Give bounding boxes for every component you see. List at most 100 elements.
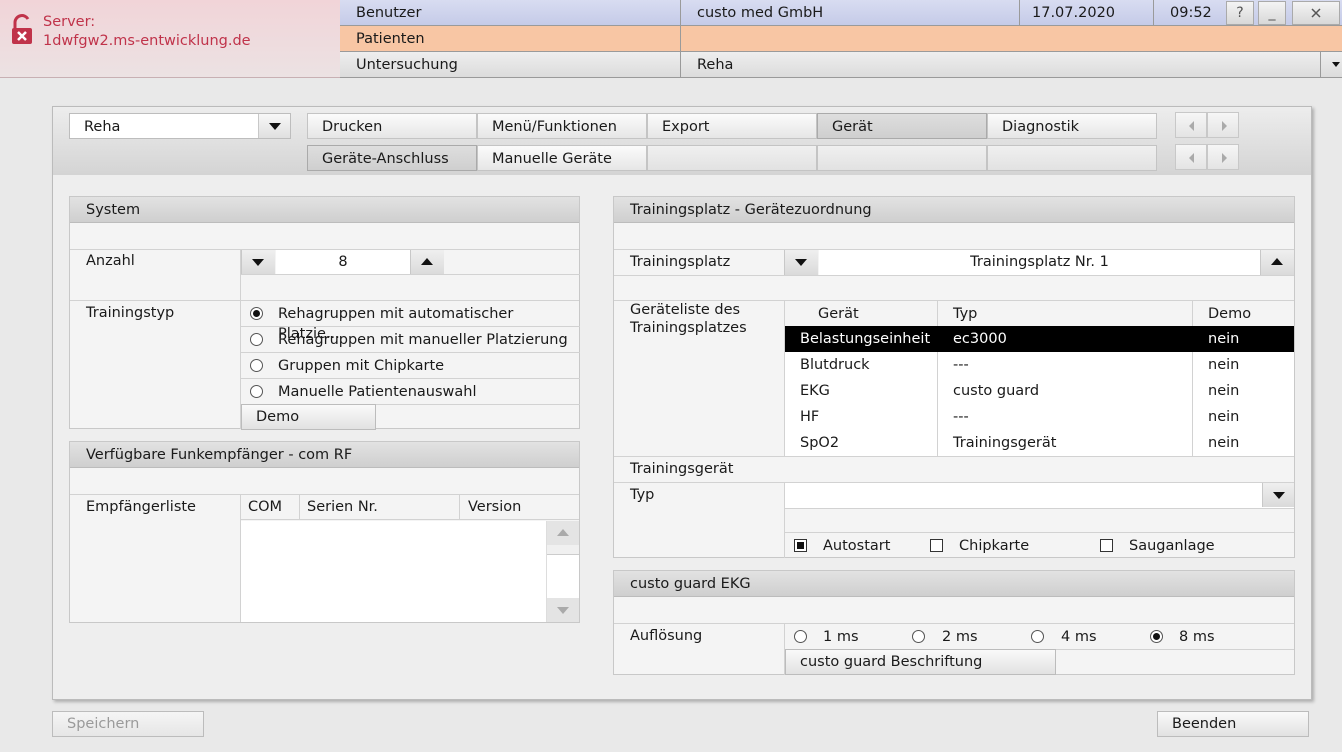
type-cell: ---	[953, 409, 969, 425]
tab-empty	[987, 145, 1157, 171]
exam-label: Untersuchung	[340, 52, 681, 77]
subtabs-next-button[interactable]	[1207, 144, 1239, 170]
receiver-list-scrollbar[interactable]	[546, 521, 579, 622]
chevron-down-icon[interactable]	[1262, 483, 1294, 507]
chipkarte-label[interactable]: Chipkarte	[959, 536, 1029, 556]
arrow-right-icon	[1222, 153, 1227, 163]
system-panel: System Anzahl 8 Trainingstyp Rehagruppen…	[69, 196, 580, 430]
training-place-value[interactable]: Trainingsplatz Nr. 1	[819, 250, 1260, 275]
tab-menue-funktionen[interactable]: Menü/Funktionen	[477, 113, 647, 139]
patient-label: Patienten	[340, 26, 681, 51]
scroll-up-icon	[557, 529, 569, 536]
tabs-prev-button[interactable]	[1175, 112, 1207, 138]
tab-geraet[interactable]: Gerät	[817, 113, 987, 139]
receiver-list-header: COM Serien Nr. Version	[241, 495, 579, 520]
tab-geraete-anschluss[interactable]: Geräte-Anschluss	[307, 145, 477, 171]
end-button[interactable]: Beenden	[1157, 711, 1309, 737]
receiver-list[interactable]	[241, 521, 546, 622]
resolution-radio-8ms[interactable]	[1150, 630, 1163, 643]
tab-export[interactable]: Export	[647, 113, 817, 139]
resolution-option-1ms[interactable]: 1 ms	[823, 627, 859, 647]
exam-row[interactable]: Untersuchung Reha	[340, 52, 1342, 78]
type-cell: custo guard	[953, 383, 1040, 399]
exam-dropdown-icon[interactable]	[1332, 62, 1340, 67]
count-decrement-button[interactable]	[241, 250, 275, 275]
resolution-option-2ms[interactable]: 2 ms	[942, 627, 978, 647]
system-title: System	[70, 197, 579, 223]
column-serial[interactable]: Serien Nr.	[307, 497, 378, 517]
demo-button[interactable]: Demo	[241, 404, 376, 430]
table-row[interactable]: SpO2 Trainingsgerät nein	[785, 430, 1294, 456]
count-increment-button[interactable]	[410, 250, 444, 275]
user-value: custo med GmbH	[681, 0, 1020, 25]
training-type-option-3[interactable]: Manuelle Patientenauswahl	[278, 382, 476, 402]
demo-cell: nein	[1208, 409, 1240, 425]
main-window: Reha Drucken Menü/Funktionen Export Gerä…	[52, 106, 1312, 700]
device-cell: EKG	[800, 383, 830, 399]
current-time: 09:52	[1170, 5, 1212, 21]
sauganlage-checkbox[interactable]	[1100, 539, 1113, 552]
tab-manuelle-geraete[interactable]: Manuelle Geräte	[477, 145, 647, 171]
arrow-right-icon	[1222, 121, 1227, 131]
demo-cell: nein	[1208, 383, 1240, 399]
resolution-radio-2ms[interactable]	[912, 630, 925, 643]
training-type-option-1[interactable]: Rehagruppen mit manueller Platzierung	[278, 330, 568, 350]
ekg-title: custo guard EKG	[614, 571, 1294, 597]
chipkarte-checkbox[interactable]	[930, 539, 943, 552]
custo-guard-label-button[interactable]: custo guard Beschriftung	[785, 649, 1056, 675]
column-demo[interactable]: Demo	[1208, 304, 1251, 324]
close-icon	[1311, 8, 1321, 18]
user-row[interactable]: Benutzer custo med GmbH 17.07.2020 09:52…	[340, 0, 1342, 26]
resolution-radio-1ms[interactable]	[794, 630, 807, 643]
scroll-down-button[interactable]	[547, 598, 579, 622]
current-date: 17.07.2020	[1020, 0, 1154, 25]
training-place-label: Trainingsplatz	[630, 254, 731, 270]
table-row[interactable]: EKG custo guard nein	[785, 378, 1294, 404]
column-version[interactable]: Version	[468, 497, 521, 517]
tabs-next-button[interactable]	[1207, 112, 1239, 138]
patient-row[interactable]: Patienten	[340, 26, 1342, 52]
resolution-label: Auflösung	[630, 628, 703, 644]
scroll-up-button[interactable]	[547, 521, 579, 545]
save-button[interactable]: Speichern	[52, 711, 204, 737]
column-com[interactable]: COM	[248, 497, 282, 517]
table-row[interactable]: Blutdruck --- nein	[785, 352, 1294, 378]
sauganlage-label[interactable]: Sauganlage	[1129, 536, 1215, 556]
demo-cell: nein	[1208, 435, 1240, 451]
count-input[interactable]: 8	[276, 250, 410, 275]
device-cell: Belastungseinheit	[800, 331, 931, 347]
autostart-checkbox[interactable]	[794, 539, 807, 552]
resolution-radio-4ms[interactable]	[1031, 630, 1044, 643]
place-next-button[interactable]	[1260, 250, 1294, 275]
training-type-radio-0[interactable]	[250, 307, 263, 320]
training-type-radio-2[interactable]	[250, 359, 263, 372]
training-type-radio-3[interactable]	[250, 385, 263, 398]
exam-value: Reha	[681, 52, 1321, 77]
resolution-option-4ms[interactable]: 4 ms	[1061, 627, 1097, 647]
arrow-left-icon	[1189, 121, 1194, 131]
type-cell: ---	[953, 357, 969, 373]
column-device[interactable]: Gerät	[818, 304, 859, 324]
place-prev-button[interactable]	[784, 250, 818, 275]
resolution-option-8ms[interactable]: 8 ms	[1179, 627, 1215, 647]
server-name: 1dwfgw2.ms-entwicklung.de	[43, 33, 251, 49]
close-button[interactable]	[1292, 1, 1340, 25]
module-select[interactable]: Reha	[69, 113, 291, 139]
subtabs-prev-button[interactable]	[1175, 144, 1207, 170]
tab-empty	[647, 145, 817, 171]
scroll-thumb[interactable]	[547, 545, 579, 555]
chevron-down-icon[interactable]	[258, 114, 290, 138]
tab-diagnostik[interactable]: Diagnostik	[987, 113, 1157, 139]
column-type[interactable]: Typ	[953, 304, 977, 324]
receivers-panel: Verfügbare Funkempfänger - com RF Empfän…	[69, 441, 580, 623]
training-device-type-select[interactable]	[785, 483, 1294, 508]
autostart-label[interactable]: Autostart	[823, 536, 890, 556]
table-row[interactable]: Belastungseinheit ec3000 nein	[785, 326, 1294, 352]
table-row[interactable]: HF --- nein	[785, 404, 1294, 430]
receiver-list-label: Empfängerliste	[86, 499, 196, 515]
tab-drucken[interactable]: Drucken	[307, 113, 477, 139]
minimize-button[interactable]: _	[1258, 1, 1286, 25]
help-button[interactable]: ?	[1226, 1, 1254, 25]
training-type-option-2[interactable]: Gruppen mit Chipkarte	[278, 356, 444, 376]
training-type-radio-1[interactable]	[250, 333, 263, 346]
